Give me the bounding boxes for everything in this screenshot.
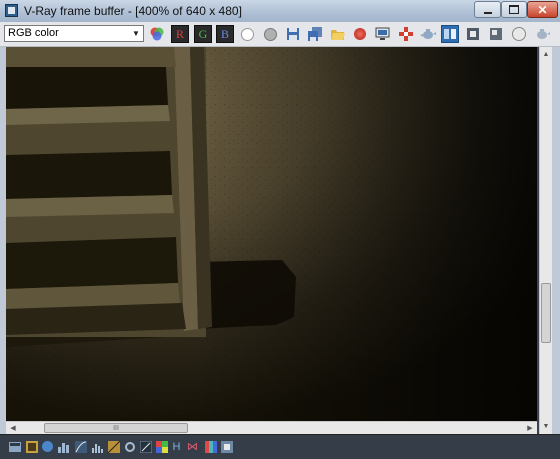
maximize-button[interactable] [501,1,527,18]
vertical-scrollbar[interactable]: ▲ ▼ [539,47,552,434]
h-icon: H [172,440,181,453]
scroll-grip-icon: III [113,424,119,432]
panel-icon [8,441,21,452]
corrections-icon [512,27,526,41]
vfb-toolbar: RGB color ▼ R G B [0,22,560,47]
stamp-icon [490,28,502,40]
floppy-disk-icon [287,28,299,40]
lut-icon [139,440,152,453]
color-balance-button[interactable] [107,440,120,453]
rgb-bars-icon [204,440,217,453]
close-button[interactable]: ✕ [527,1,558,18]
horizontal-scroll-thumb[interactable]: III [44,423,188,433]
white-dot-icon [240,27,254,41]
multiple-disks-icon [308,27,322,41]
render-last-button[interactable] [533,25,551,43]
scroll-down-icon[interactable]: ▼ [540,419,552,433]
window-title: V-Ray frame buffer - [400% of 640 x 480] [24,4,242,18]
region-icon [467,28,479,40]
pixel-aspect-button[interactable]: H [170,440,183,453]
scroll-up-icon[interactable]: ▲ [540,47,552,61]
exposure-button[interactable] [25,440,38,453]
minimize-button[interactable] [474,1,501,18]
save-all-button[interactable] [306,25,324,43]
mono-channel-button[interactable] [261,25,279,43]
horizontal-scrollbar[interactable]: ◀ III ▶ [6,421,537,434]
stereo-button[interactable]: ⋈ [186,440,199,453]
red-channel-label: R [175,26,184,41]
duplicate-to-max-buffer-button[interactable] [374,25,392,43]
teapot-icon [420,29,436,39]
crosshair-icon [399,27,413,41]
white-channel-button[interactable] [238,25,256,43]
levels-button[interactable] [57,440,70,453]
blue-channel-label: B [220,26,229,41]
lens-effects-icon [220,440,233,453]
bowtie-icon: ⋈ [187,441,198,453]
channel-split-button[interactable] [204,440,217,453]
info-button[interactable] [41,440,54,453]
levels-icon [57,442,69,453]
monitor-icon [375,27,390,40]
show-corrections-control-button[interactable] [8,440,21,453]
clear-image-icon [354,28,366,40]
color-wheel-icon [150,27,164,41]
curve-icon [74,440,87,453]
scroll-left-icon[interactable]: ◀ [6,422,20,434]
exposure-icon [25,440,38,453]
render-viewport[interactable] [6,47,537,421]
srgb-button[interactable] [123,440,136,453]
green-channel-label: G [198,26,208,41]
color-channel-value: RGB color [8,27,59,39]
clear-image-button[interactable] [351,25,369,43]
color-swatch-icon [155,440,168,453]
lens-effects-button[interactable] [220,440,233,453]
ab-compare-icon [444,29,456,39]
window-frame-right [552,47,560,434]
scroll-right-icon[interactable]: ▶ [523,422,537,434]
compare-ab-button[interactable] [441,25,459,43]
link-to-max-button[interactable] [487,25,505,43]
region-render-button[interactable] [464,25,482,43]
red-channel-button[interactable]: R [171,25,189,43]
open-folder-icon [331,30,345,40]
minimize-icon [483,11,492,14]
bottom-toolbar: H ⋈ [0,434,560,459]
chevron-down-icon: ▼ [132,29,140,38]
save-image-button[interactable] [284,25,302,43]
close-icon: ✕ [537,2,548,17]
info-icon [42,441,53,452]
load-image-button[interactable] [329,25,347,43]
green-channel-button[interactable]: G [194,25,212,43]
color-balance-icon [107,440,120,453]
gray-dot-icon [263,27,277,41]
blue-channel-button[interactable]: B [216,25,234,43]
vray-app-icon [5,4,18,17]
render-image [6,47,537,421]
histogram-icon [91,443,103,453]
lut-button[interactable] [139,440,152,453]
ocio-button[interactable] [155,440,168,453]
maximize-icon [509,5,519,14]
color-wheel-button[interactable] [148,25,166,43]
histogram-button[interactable] [90,440,103,453]
color-channel-select[interactable]: RGB color ▼ [4,25,144,42]
title-bar: V-Ray frame buffer - [400% of 640 x 480]… [0,0,560,23]
srgb-icon [124,441,135,452]
render-teapot-button[interactable] [419,25,437,43]
teapot-render-icon [537,29,550,39]
curve-button[interactable] [74,440,87,453]
vertical-scroll-thumb[interactable] [541,283,551,343]
show-corrections-button[interactable] [510,25,528,43]
track-mouse-button[interactable] [397,25,415,43]
